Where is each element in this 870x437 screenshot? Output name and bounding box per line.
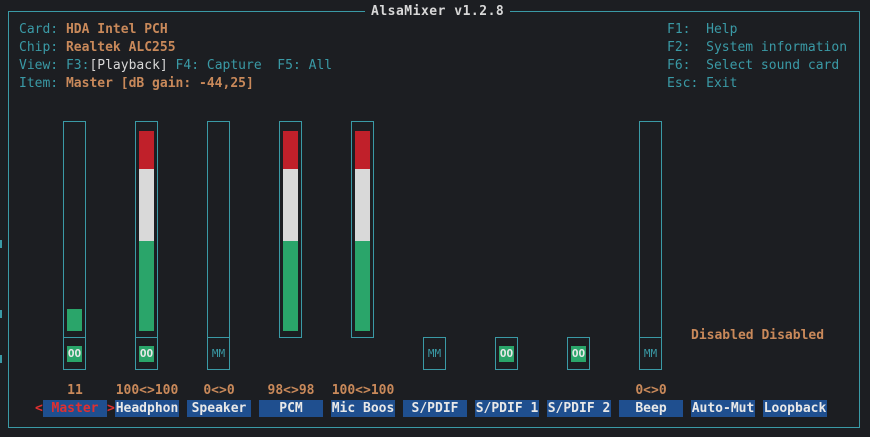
control-master[interactable]: Master xyxy=(43,400,107,417)
control-speaker[interactable]: Speaker xyxy=(187,400,251,417)
item-value: Master [dB gain: -44,25] xyxy=(65,76,254,91)
view-playback[interactable]: [Playback] xyxy=(89,58,167,73)
pcm-level-fill xyxy=(283,131,298,331)
beep-volume-value: 0<>0 xyxy=(635,383,667,398)
help-key: F1: xyxy=(667,22,691,37)
master-volume-value: 11 xyxy=(67,383,83,398)
selection-left-marker: < xyxy=(35,401,43,416)
control-pcm[interactable]: PCM xyxy=(259,400,323,417)
level-segment-green xyxy=(139,241,154,331)
spdif-mute-state: MM xyxy=(427,347,442,360)
pcm-volume-slider[interactable] xyxy=(279,121,302,338)
level-segment-green xyxy=(67,309,82,331)
mic-boost-volume-value: 100<>100 xyxy=(331,383,395,398)
speaker-mute-state: MM xyxy=(211,347,226,360)
help-text: System information xyxy=(706,40,848,55)
master-level-fill xyxy=(67,309,82,331)
left-edge-mark xyxy=(0,240,2,248)
headphone-volume-slider[interactable] xyxy=(135,121,158,338)
level-segment-white xyxy=(355,169,370,241)
help-text: Help xyxy=(706,22,738,37)
control-auto-mute[interactable]: Auto-Mut xyxy=(691,400,755,417)
item-line: Item: Master [dB gain: -44,25] xyxy=(19,75,254,93)
chip-value: Realtek ALC255 xyxy=(65,40,176,55)
mic-boost-volume-slider[interactable] xyxy=(351,121,374,338)
help-esc[interactable]: Esc: Exit xyxy=(667,75,737,93)
spdif-mute-toggle[interactable]: MM xyxy=(423,337,446,370)
help-text: Exit xyxy=(706,76,738,91)
card-label: Card: xyxy=(19,22,59,37)
help-key: Esc: xyxy=(667,76,699,91)
pcm-volume-value: 98<>98 xyxy=(267,383,315,398)
beep-volume-slider[interactable] xyxy=(639,121,662,338)
level-segment-green xyxy=(283,241,298,331)
help-key: F6: xyxy=(667,58,691,73)
help-f6[interactable]: F6: Select sound card xyxy=(667,57,839,75)
master-mute-state: OO xyxy=(67,346,82,362)
spdif-2-mute-state: OO xyxy=(571,346,586,362)
speaker-mute-toggle[interactable]: MM xyxy=(207,337,230,370)
headphone-level-fill xyxy=(139,131,154,331)
headphone-mute-state: OO xyxy=(139,346,154,362)
spdif-1-mute-state: OO xyxy=(499,346,514,362)
control-mic-boost[interactable]: Mic Boos xyxy=(331,400,395,417)
level-segment-red xyxy=(139,131,154,169)
card-value: HDA Intel PCH xyxy=(65,22,168,37)
view-other-modes[interactable]: F4: Capture F5: All xyxy=(168,58,333,73)
item-label: Item: xyxy=(19,76,59,91)
mic-boost-level-fill xyxy=(355,131,370,331)
master-volume-slider[interactable] xyxy=(63,121,86,338)
view-f3-key[interactable]: F3: xyxy=(66,58,89,73)
selection-right-marker: > xyxy=(107,401,115,416)
view-label: View: xyxy=(19,58,59,73)
control-beep[interactable]: Beep xyxy=(619,400,683,417)
disabled-status: Disabled Disabled xyxy=(691,328,825,343)
level-segment-white xyxy=(139,169,154,241)
beep-mute-state: MM xyxy=(643,347,658,360)
help-key: F2: xyxy=(667,40,691,55)
left-edge-mark xyxy=(0,310,2,318)
master-mute-toggle[interactable]: OO xyxy=(63,337,86,370)
spdif-2-mute-toggle[interactable]: OO xyxy=(567,337,590,370)
beep-mute-toggle[interactable]: MM xyxy=(639,337,662,370)
level-segment-white xyxy=(283,169,298,241)
card-line: Card: HDA Intel PCH xyxy=(19,21,168,39)
headphone-volume-value: 100<>100 xyxy=(115,383,179,398)
control-spdif[interactable]: S/PDIF xyxy=(403,400,467,417)
left-edge-mark xyxy=(0,355,2,363)
chip-line: Chip: Realtek ALC255 xyxy=(19,39,176,57)
view-line: View: F3:[Playback] F4: Capture F5: All xyxy=(19,57,332,75)
help-f1[interactable]: F1: Help xyxy=(667,21,737,39)
control-loopback[interactable]: Loopback xyxy=(763,400,827,417)
level-segment-red xyxy=(283,131,298,169)
control-spdif-1[interactable]: S/PDIF 1 xyxy=(475,400,539,417)
level-segment-red xyxy=(355,131,370,169)
help-f2[interactable]: F2: System information xyxy=(667,39,847,57)
app-title: AlsaMixer v1.2.8 xyxy=(365,4,511,19)
speaker-volume-slider[interactable] xyxy=(207,121,230,338)
level-segment-green xyxy=(355,241,370,331)
headphone-mute-toggle[interactable]: OO xyxy=(135,337,158,370)
spdif-1-mute-toggle[interactable]: OO xyxy=(495,337,518,370)
speaker-volume-value: 0<>0 xyxy=(203,383,235,398)
control-spdif-2[interactable]: S/PDIF 2 xyxy=(547,400,611,417)
help-text: Select sound card xyxy=(706,58,840,73)
control-headphone[interactable]: Headphon xyxy=(115,400,179,417)
chip-label: Chip: xyxy=(19,40,59,55)
